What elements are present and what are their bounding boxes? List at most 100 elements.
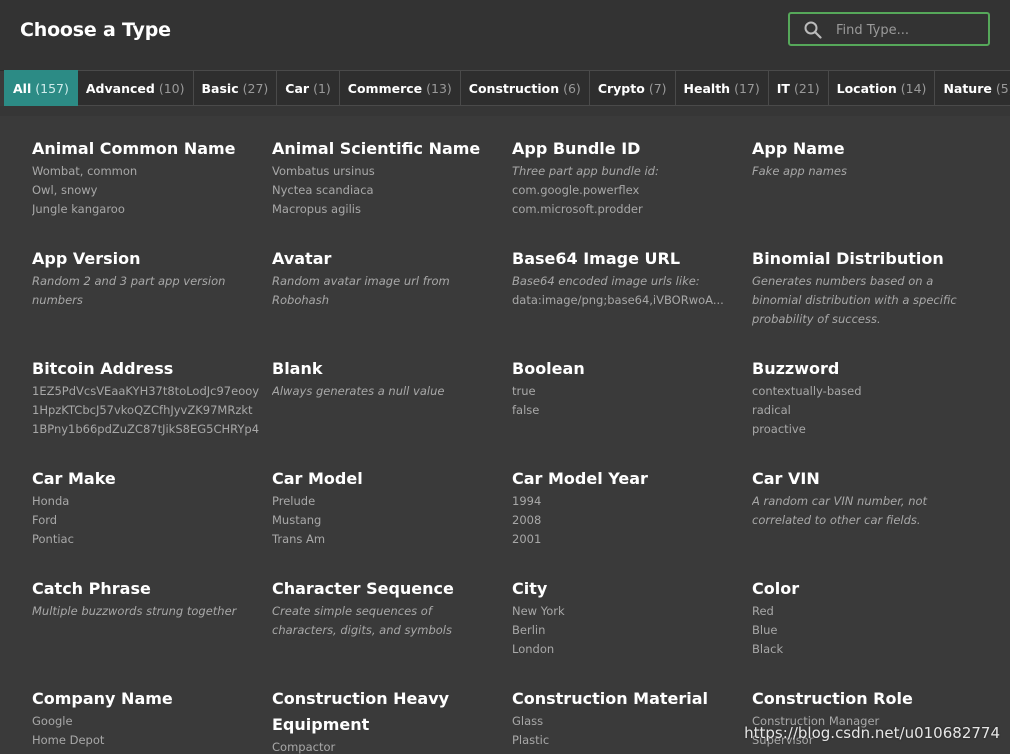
type-card[interactable]: App Name Fake app names — [752, 136, 984, 181]
tab-label: Basic — [201, 80, 239, 96]
type-card[interactable]: Character Sequence Create simple sequence… — [272, 576, 500, 640]
tab-label: Health — [683, 80, 731, 96]
type-card[interactable]: Animal Common Name Wombat, common Owl, sno… — [32, 136, 260, 219]
type-card[interactable]: Binomial Distribution Generates numbers b… — [752, 246, 984, 329]
type-example: false — [512, 403, 540, 417]
tab-count: (27) — [242, 80, 269, 96]
type-example: radical — [752, 403, 791, 417]
type-example: Prelude — [272, 494, 316, 508]
type-example: Berlin — [512, 623, 546, 637]
type-example: Home Depot — [32, 733, 105, 747]
type-card[interactable]: City New York Berlin London — [512, 576, 740, 659]
tab-location[interactable]: Location (14) — [828, 70, 936, 106]
type-title: App Bundle ID — [512, 139, 641, 158]
type-card[interactable]: Company Name Google Home Depot — [32, 686, 260, 750]
type-description: Always generates a null value — [272, 384, 445, 398]
type-description: Three part app bundle id: — [512, 164, 659, 178]
tab-count: (5) — [995, 80, 1010, 96]
type-example: London — [512, 642, 555, 656]
type-example: Macropus agilis — [272, 202, 361, 216]
tab-car[interactable]: Car (1) — [277, 70, 340, 106]
type-card[interactable]: Blank Always generates a null value — [272, 356, 500, 401]
type-title: App Name — [752, 139, 845, 158]
type-example: Plastic — [512, 733, 550, 747]
category-tabs: All (157) Advanced (10) Basic (27) Car (1) Comme… — [4, 70, 1010, 106]
tab-count: (1) — [313, 80, 331, 96]
type-card[interactable]: Avatar Random avatar image url from Roboh… — [272, 246, 500, 310]
tab-all[interactable]: All (157) — [4, 70, 78, 106]
type-title: Binomial Distribution — [752, 249, 944, 268]
type-example: Ford — [32, 513, 58, 527]
type-description: Generates numbers based on a binomial di… — [752, 274, 957, 326]
tab-label: Construction — [468, 80, 560, 96]
type-example: Red — [752, 604, 774, 618]
search-box[interactable] — [788, 12, 990, 46]
type-example: 2001 — [512, 532, 542, 546]
tab-count: (6) — [563, 80, 581, 96]
type-title: Avatar — [272, 249, 332, 268]
watermark-text: https://blog.csdn.net/u010682774 — [744, 724, 1000, 742]
type-title: Character Sequence — [272, 579, 454, 598]
tab-commerce[interactable]: Commerce (13) — [339, 70, 461, 106]
tab-label: Nature — [943, 80, 992, 96]
type-title: Construction Material — [512, 689, 709, 708]
type-example: Google — [32, 714, 73, 728]
type-title: Base64 Image URL — [512, 249, 681, 268]
type-example: Vombatus ursinus — [272, 164, 375, 178]
type-example: data:image/png;base64,iVBORwoA... — [512, 293, 724, 307]
type-card[interactable]: Base64 Image URL Base64 encoded image url… — [512, 246, 740, 310]
type-example: 1994 — [512, 494, 542, 508]
type-card[interactable]: Construction Material Glass Plastic — [512, 686, 740, 750]
type-example: Wombat, common — [32, 164, 138, 178]
type-card[interactable]: Car Model Prelude Mustang Trans Am — [272, 466, 500, 549]
type-grid: Animal Common Name Wombat, common Owl, sno… — [0, 116, 1010, 754]
type-card[interactable]: Construction Heavy Equipment Compactor — [272, 686, 500, 754]
type-example: Nyctea scandiaca — [272, 183, 374, 197]
tab-label: Commerce — [347, 80, 423, 96]
type-card[interactable]: App Bundle ID Three part app bundle id: co… — [512, 136, 740, 219]
type-card[interactable]: Bitcoin Address 1EZ5PdVcsVEaaKYH37t8toLod… — [32, 356, 260, 439]
type-title: Construction Heavy Equipment — [272, 689, 450, 734]
type-title: Bitcoin Address — [32, 359, 174, 378]
search-input[interactable] — [834, 18, 988, 42]
type-title: Color — [752, 579, 800, 598]
type-card[interactable]: Boolean true false — [512, 356, 740, 420]
type-card[interactable]: Car VIN A random car VIN number, not corr… — [752, 466, 984, 530]
tab-label: Advanced — [85, 80, 155, 96]
type-title: Company Name — [32, 689, 173, 708]
tab-crypto[interactable]: Crypto (7) — [589, 70, 676, 106]
tab-health[interactable]: Health (17) — [675, 70, 769, 106]
type-card[interactable]: Buzzword contextually-based radical proacti… — [752, 356, 984, 439]
type-example: com.google.powerflex — [512, 183, 640, 197]
type-card[interactable]: Car Model Year 1994 2008 2001 — [512, 466, 740, 549]
type-example: Owl, snowy — [32, 183, 98, 197]
tab-label: IT — [776, 80, 790, 96]
type-card[interactable]: Car Make Honda Ford Pontiac — [32, 466, 260, 549]
type-title: Animal Common Name — [32, 139, 236, 158]
type-card[interactable]: Color Red Blue Black — [752, 576, 984, 659]
type-example: proactive — [752, 422, 806, 436]
tab-basic[interactable]: Basic (27) — [193, 70, 278, 106]
type-card[interactable]: Animal Scientific Name Vombatus ursinus Ny… — [272, 136, 500, 219]
tab-it[interactable]: IT (21) — [768, 70, 829, 106]
tab-advanced[interactable]: Advanced (10) — [77, 70, 194, 106]
tab-construction[interactable]: Construction (6) — [460, 70, 590, 106]
dialog-title: Choose a Type — [20, 19, 171, 41]
type-example: 1BPny1b66pdZuZC87tJikS8EG5CHRYp4 — [32, 422, 260, 436]
tab-count: (10) — [158, 80, 185, 96]
type-example: Honda — [32, 494, 70, 508]
type-card[interactable]: App Version Random 2 and 3 part app versi… — [32, 246, 260, 310]
type-example: Pontiac — [32, 532, 74, 546]
type-example: 2008 — [512, 513, 542, 527]
type-card[interactable]: Catch Phrase Multiple buzzwords strung to… — [32, 576, 260, 621]
tab-label: Car — [285, 80, 310, 96]
type-title: Animal Scientific Name — [272, 139, 481, 158]
tab-nature[interactable]: Nature(5) — [935, 70, 1010, 106]
type-example: Black — [752, 642, 784, 656]
type-example: Mustang — [272, 513, 322, 527]
type-title: Blank — [272, 359, 323, 378]
type-example: Trans Am — [272, 532, 326, 546]
type-example: true — [512, 384, 536, 398]
tab-label: Crypto — [597, 80, 645, 96]
type-title: City — [512, 579, 548, 598]
